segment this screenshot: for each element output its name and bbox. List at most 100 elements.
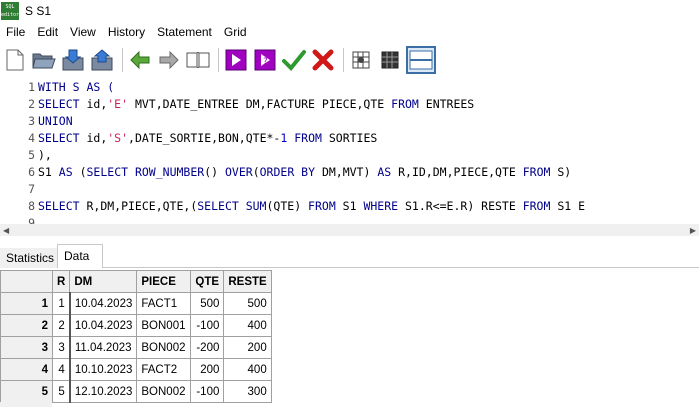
cell-r[interactable]: 3 [51, 336, 71, 359]
row-number-header[interactable]: 2 [0, 314, 53, 337]
sql-keyword: ORDER BY [259, 165, 316, 179]
column-header-qte[interactable]: QTE [190, 270, 225, 293]
sql-text: R,DM,PIECE,QTE,( [79, 199, 198, 213]
sql-keyword: WITH S AS ( [38, 80, 115, 94]
sql-keyword: FROM [522, 165, 551, 179]
new-file-icon[interactable] [2, 47, 28, 73]
code-line[interactable]: 2 SELECT id,'E' MVT,DATE_ENTREE DM,FACTUR… [0, 96, 699, 113]
code-line[interactable]: 5), [0, 147, 699, 164]
line-number: 1 [28, 80, 35, 94]
commit-check-icon[interactable] [281, 47, 307, 73]
table-row[interactable]: 3 3 11.04.2023 BON002 -200 200 [0, 336, 272, 359]
cell-qte[interactable]: -100 [190, 380, 225, 403]
forward-arrow-icon[interactable] [156, 47, 182, 73]
cell-qte[interactable]: 500 [190, 292, 225, 315]
code-line[interactable]: 6 S1 AS (SELECT ROW_NUMBER() OVER(ORDER B… [0, 164, 699, 181]
sql-text: R,ID,DM,PIECE,QTE [391, 165, 523, 179]
sql-text: ( [252, 165, 260, 179]
tab-statistics[interactable]: Statistics [0, 248, 61, 268]
sql-keyword: WHERE [363, 199, 399, 213]
cell-piece[interactable]: BON002 [136, 380, 192, 403]
cell-reste[interactable]: 300 [223, 380, 272, 403]
cell-piece[interactable]: FACT1 [136, 292, 192, 315]
code-line[interactable]: 9 [0, 215, 699, 224]
split-view-icon[interactable] [406, 46, 436, 74]
line-number: 3 [28, 114, 35, 128]
sql-keyword: SELECT [38, 97, 87, 111]
cell-reste[interactable]: 400 [223, 314, 272, 337]
cell-reste[interactable]: 200 [223, 336, 272, 359]
grid-dark-icon[interactable] [377, 47, 403, 73]
menu-view[interactable]: View [64, 25, 102, 39]
result-tabs: Statistics Data [0, 244, 699, 269]
grid-corner[interactable] [0, 270, 53, 293]
data-grid: R DM PIECE QTE RESTE 1 1 10.04.2023 FACT1 50… [0, 270, 272, 403]
cell-r[interactable]: 5 [51, 380, 71, 403]
sql-keyword: AS [377, 165, 392, 179]
scroll-left-icon[interactable]: ◀ [3, 226, 9, 235]
cell-piece[interactable]: FACT2 [136, 358, 192, 381]
table-row[interactable]: 5 5 12.10.2023 BON002 -100 300 [0, 380, 272, 403]
cell-dm[interactable]: 11.04.2023 [69, 336, 138, 359]
sql-string: 'E' [107, 97, 129, 111]
row-number-header[interactable]: 3 [0, 336, 53, 359]
code-line[interactable]: 3 UNION [0, 113, 699, 130]
sql-keyword: FROM [294, 131, 322, 145]
cell-piece[interactable]: BON002 [136, 336, 192, 359]
cell-dm[interactable]: 10.04.2023 [69, 314, 138, 337]
cell-qte[interactable]: -100 [190, 314, 225, 337]
cell-r[interactable]: 4 [51, 358, 71, 381]
export-icon[interactable] [89, 47, 115, 73]
run-icon[interactable] [223, 47, 249, 73]
table-row[interactable]: 2 2 10.04.2023 BON001 -100 400 [0, 314, 272, 337]
menu-history[interactable]: History [102, 25, 151, 39]
tab-data[interactable]: Data [57, 244, 103, 269]
column-header-piece[interactable]: PIECE [136, 270, 192, 293]
sql-keyword: FROM [308, 199, 336, 213]
sql-editor-app-icon: SQL editor [1, 2, 20, 20]
code-line[interactable]: 7 [0, 181, 699, 198]
menu-file[interactable]: File [0, 25, 31, 39]
table-row[interactable]: 1 1 10.04.2023 FACT1 500 500 [0, 292, 272, 315]
cell-reste[interactable]: 400 [223, 358, 272, 381]
code-line[interactable]: 1 WITH S AS ( [0, 79, 699, 96]
code-line[interactable]: 4 SELECT id,'S',DATE_SORTIE,BON,QTE*-1 FR… [0, 130, 699, 147]
row-number-header[interactable]: 4 [0, 358, 53, 381]
sql-keyword: OVER [224, 165, 253, 179]
cell-qte[interactable]: -200 [190, 336, 225, 359]
sql-editor[interactable]: 1 WITH S AS ( 2 SELECT id,'E' MVT,DATE_ENT… [0, 78, 699, 224]
table-row[interactable]: 4 4 10.10.2023 FACT2 200 400 [0, 358, 272, 381]
cell-dm[interactable]: 12.10.2023 [69, 380, 138, 403]
cell-dm[interactable]: 10.10.2023 [69, 358, 138, 381]
run-step-icon[interactable]: ? [252, 47, 278, 73]
column-header-dm[interactable]: DM [69, 270, 138, 293]
menu-grid[interactable]: Grid [218, 25, 253, 39]
grid-view-icon[interactable] [348, 47, 374, 73]
editor-horizontal-scrollbar[interactable]: ◀ ▶ [0, 224, 699, 236]
row-number-header[interactable]: 1 [0, 292, 53, 315]
back-arrow-icon[interactable] [127, 47, 153, 73]
column-header-reste[interactable]: RESTE [223, 270, 272, 293]
code-line[interactable]: 8 SELECT R,DM,PIECE,QTE,(SELECT SUM(QTE) … [0, 198, 699, 215]
cell-r[interactable]: 1 [51, 292, 71, 315]
sql-keyword: SELECT ROW_NUMBER [86, 165, 205, 179]
import-icon[interactable] [60, 47, 86, 73]
open-folder-icon[interactable] [31, 47, 57, 73]
sql-text: (QTE) [266, 199, 309, 213]
cell-reste[interactable]: 500 [223, 292, 272, 315]
scroll-right-icon[interactable]: ▶ [690, 226, 696, 235]
sql-text: ), [38, 148, 52, 162]
cell-piece[interactable]: BON001 [136, 314, 192, 337]
toolbar-separator [122, 48, 123, 72]
menu-statement[interactable]: Statement [151, 25, 218, 39]
row-number-header[interactable]: 5 [0, 380, 53, 403]
cell-r[interactable]: 2 [51, 314, 71, 337]
book-icon[interactable] [185, 47, 211, 73]
sql-string: 'S' [107, 131, 129, 145]
cell-dm[interactable]: 10.04.2023 [69, 292, 138, 315]
column-header-r[interactable]: R [51, 270, 71, 293]
rollback-x-icon[interactable] [310, 47, 336, 73]
sql-keyword: SELECT [38, 131, 87, 145]
menu-edit[interactable]: Edit [31, 25, 64, 39]
cell-qte[interactable]: 200 [190, 358, 225, 381]
